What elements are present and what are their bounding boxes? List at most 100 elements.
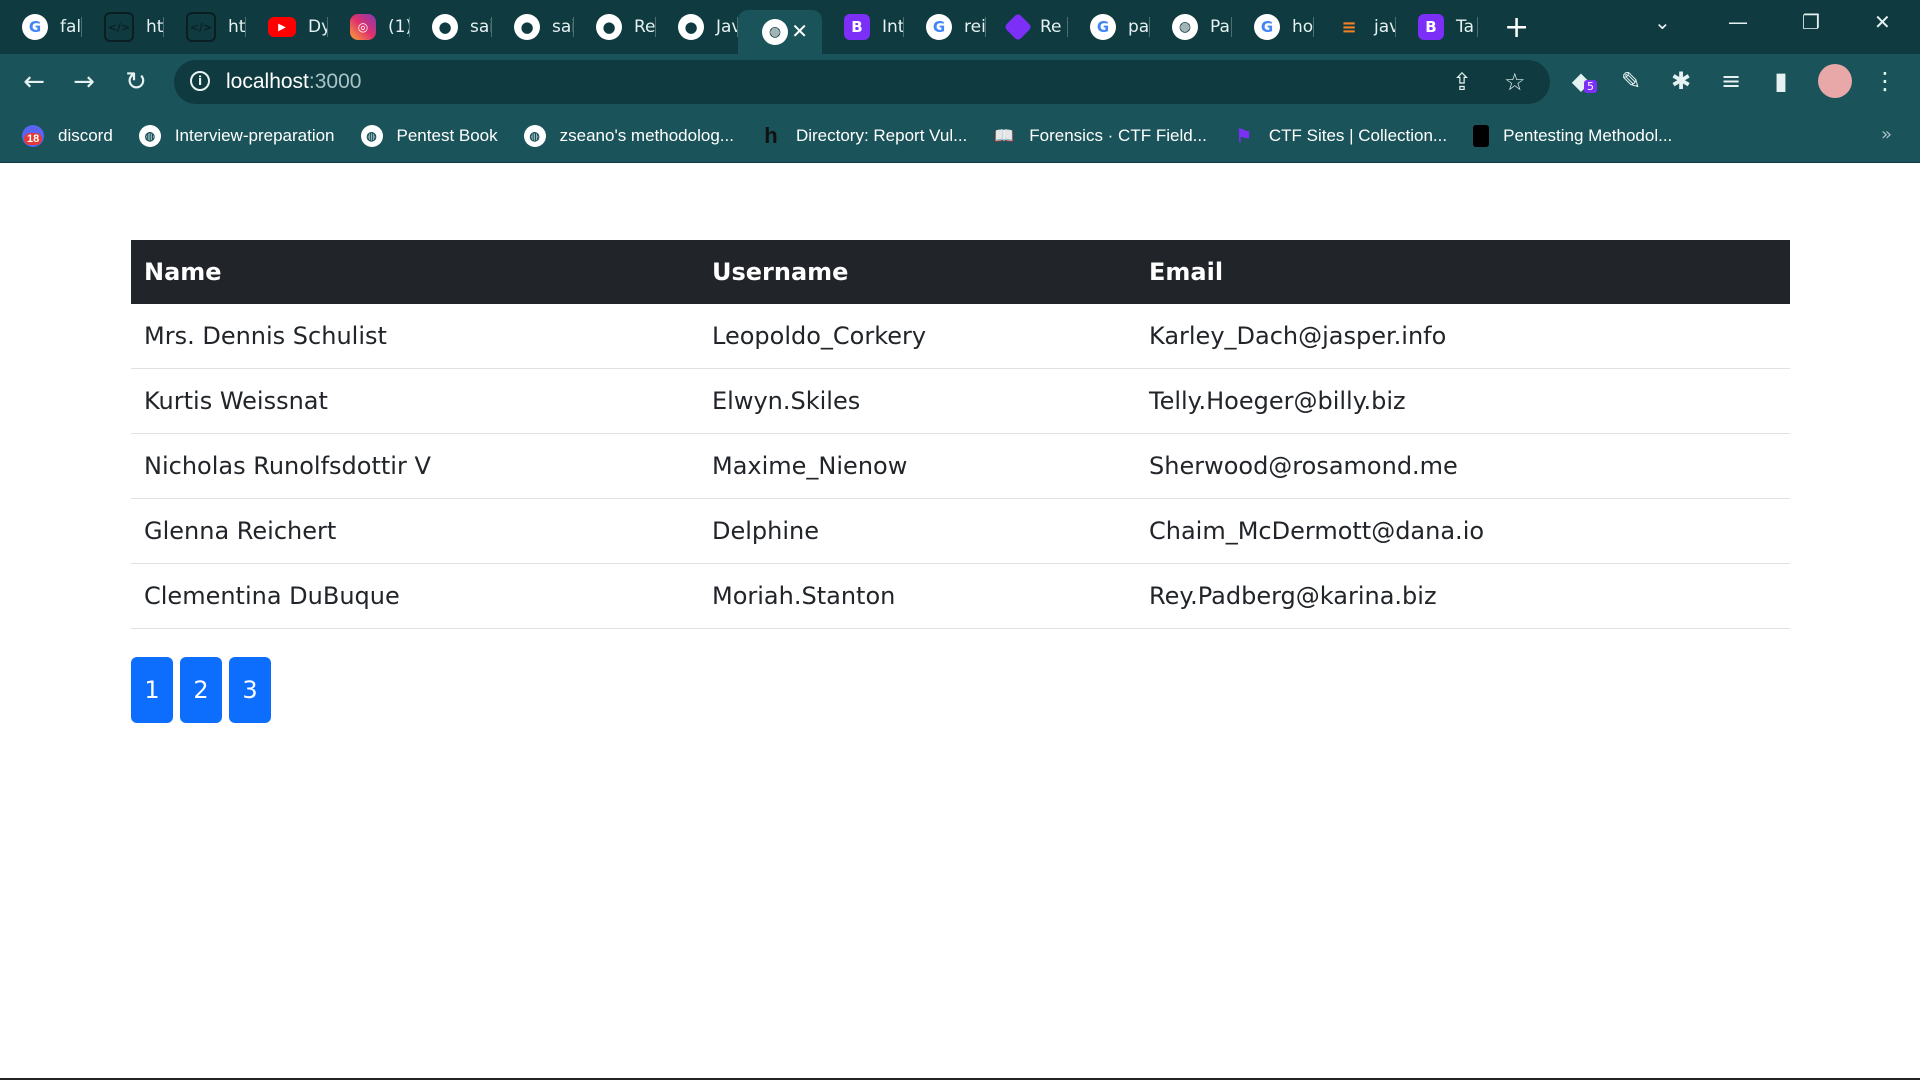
google-icon: G <box>1254 14 1280 40</box>
hackerone-icon: h <box>764 123 778 148</box>
cell-email: Chaim_McDermott@dana.io <box>1136 498 1790 564</box>
bookmark-pentest-book[interactable]: ◍ Pentest Book <box>360 125 498 147</box>
puzzle-icon[interactable]: ✱ <box>1664 64 1698 98</box>
browser-tab[interactable]: ◎ (1) <box>328 8 410 46</box>
bookmark-label: Interview-preparation <box>174 126 335 145</box>
browser-tab[interactable]: Re <box>986 8 1068 46</box>
bookmark-hackerone[interactable]: h Directory: Report Vul... <box>760 123 967 148</box>
bookmark-pentesting[interactable]: Pentesting Methodol... <box>1473 125 1672 147</box>
bookmark-zseano[interactable]: ◍ zseano's methodolog... <box>523 125 734 147</box>
browser-tab[interactable]: Grei <box>904 8 986 46</box>
bookmark-label: Pentesting Methodol... <box>1503 126 1673 145</box>
back-icon[interactable]: ← <box>16 64 52 100</box>
tab-label: fal <box>60 17 82 37</box>
column-header-name: Name <box>131 240 699 304</box>
github-icon: ● <box>596 14 622 40</box>
notification-badge: 18 <box>24 133 43 145</box>
browser-tab[interactable]: Gfal <box>0 8 82 46</box>
browser-tab[interactable]: </> htl <box>164 8 246 46</box>
minimize-icon[interactable]: — <box>1728 0 1748 44</box>
browser-tab-active[interactable]: ◍ ✕ <box>738 10 822 54</box>
html-icon: </> <box>186 12 216 42</box>
page-button-3[interactable]: 3 <box>229 657 271 723</box>
globe-icon: ◍ <box>523 125 546 147</box>
browser-tab[interactable]: B Ta <box>1396 8 1478 46</box>
address-bar[interactable]: i localhost:3000 ⇪ ☆ <box>174 60 1550 104</box>
browser-tab[interactable]: B Int <box>822 8 904 46</box>
html-icon: </> <box>104 12 134 42</box>
browser-tab[interactable]: ● sai <box>492 8 574 46</box>
browser-tab[interactable]: Gho <box>1232 8 1314 46</box>
browser-tab[interactable]: ▶ Dy <box>246 8 328 46</box>
browser-tab[interactable]: Gpa <box>1068 8 1150 46</box>
chevron-right-icon[interactable]: » <box>1881 124 1892 145</box>
table-row: Clementina DuBuque Moriah.Stanton Rey.Pa… <box>131 563 1790 629</box>
bookmark-label: discord <box>58 126 113 145</box>
pagination: 1 2 3 <box>131 657 278 723</box>
column-header-username: Username <box>699 240 1136 304</box>
cell-username: Elwyn.Skiles <box>699 368 1136 434</box>
browser-tab[interactable]: ● Jav <box>656 8 738 46</box>
tab-label: pa <box>1128 17 1150 37</box>
tab-search-icon[interactable]: ⌄ <box>1654 0 1671 44</box>
browser-tab[interactable]: ◍ Pa <box>1150 8 1232 46</box>
bookmarks-bar: 18 discord ◍ Interview-preparation ◍ Pentes… <box>0 110 1920 163</box>
window-close-icon[interactable]: ✕ <box>1874 0 1891 44</box>
google-icon: G <box>1090 14 1116 40</box>
tab-label: ho <box>1292 17 1314 37</box>
book-icon: 📖 <box>994 128 1015 145</box>
bookmark-star-icon[interactable]: ☆ <box>1504 68 1526 96</box>
browser-tab[interactable]: </> htl <box>82 8 164 46</box>
cell-name: Kurtis Weissnat <box>131 368 699 434</box>
bookmark-forensics[interactable]: 📖 Forensics · CTF Field... <box>993 125 1207 147</box>
bookmark-discord[interactable]: 18 discord <box>22 125 113 147</box>
new-tab-icon[interactable]: + <box>1504 10 1529 45</box>
tab-label: jav <box>1374 17 1396 37</box>
cell-name: Clementina DuBuque <box>131 563 699 629</box>
tab-label: sai <box>552 17 574 37</box>
bookmark-ctf-sites[interactable]: ⚑ CTF Sites | Collection... <box>1233 125 1447 147</box>
react-icon <box>1003 12 1033 42</box>
side-panel-icon[interactable]: ▮ <box>1764 64 1798 98</box>
pen-extension-icon[interactable]: ✎ <box>1614 64 1648 98</box>
forward-icon[interactable]: → <box>66 64 102 100</box>
cell-username: Leopoldo_Corkery <box>699 304 1136 369</box>
avatar[interactable] <box>1818 64 1852 98</box>
stackoverflow-icon: ≡ <box>1341 16 1357 38</box>
reload-icon[interactable]: ↻ <box>118 64 154 100</box>
browser-tab[interactable]: ≡ jav <box>1314 8 1396 46</box>
menu-icon[interactable]: ⋮ <box>1868 64 1902 98</box>
url-text[interactable]: localhost:3000 <box>226 70 361 94</box>
page-content: Name Username Email Mrs. Dennis Schulist… <box>0 163 1920 1080</box>
cell-username: Delphine <box>699 498 1136 564</box>
globe-icon: ◍ <box>762 19 788 45</box>
restore-icon[interactable]: ❐ <box>1802 0 1820 44</box>
tab-label: Int <box>882 17 904 37</box>
tab-label: Ta <box>1456 17 1474 37</box>
globe-icon: ◍ <box>138 125 161 147</box>
table-row: Glenna Reichert Delphine Chaim_McDermott… <box>131 498 1790 564</box>
bookmark-interview[interactable]: ◍ Interview-preparation <box>138 125 335 147</box>
youtube-icon: ▶ <box>268 17 296 37</box>
tab-label: htl <box>228 17 246 37</box>
cell-username: Maxime_Nienow <box>699 433 1136 499</box>
page-button-1[interactable]: 1 <box>131 657 173 723</box>
globe-icon: ◍ <box>1172 14 1198 40</box>
extension-badge: 5 <box>1584 80 1597 93</box>
document-icon <box>1473 125 1490 147</box>
tab-label: Pa <box>1210 17 1230 37</box>
browser-tab[interactable]: ● Re <box>574 8 656 46</box>
bootstrap-icon: B <box>1418 14 1444 40</box>
tab-label: Jav <box>716 17 738 37</box>
browser-tab[interactable]: ● sai <box>410 8 492 46</box>
github-icon: ● <box>678 14 704 40</box>
cell-email: Rey.Padberg@karina.biz <box>1136 563 1790 629</box>
extension-icon[interactable]: ◆ 5 <box>1564 64 1598 98</box>
tab-label: Re <box>1040 17 1062 37</box>
info-icon[interactable]: i <box>190 71 210 91</box>
page-button-2[interactable]: 2 <box>180 657 222 723</box>
media-queue-icon[interactable]: ≡ <box>1714 64 1748 98</box>
share-icon[interactable]: ⇪ <box>1452 68 1472 96</box>
close-icon[interactable]: ✕ <box>791 19 808 43</box>
cell-email: Karley_Dach@jasper.info <box>1136 304 1790 369</box>
